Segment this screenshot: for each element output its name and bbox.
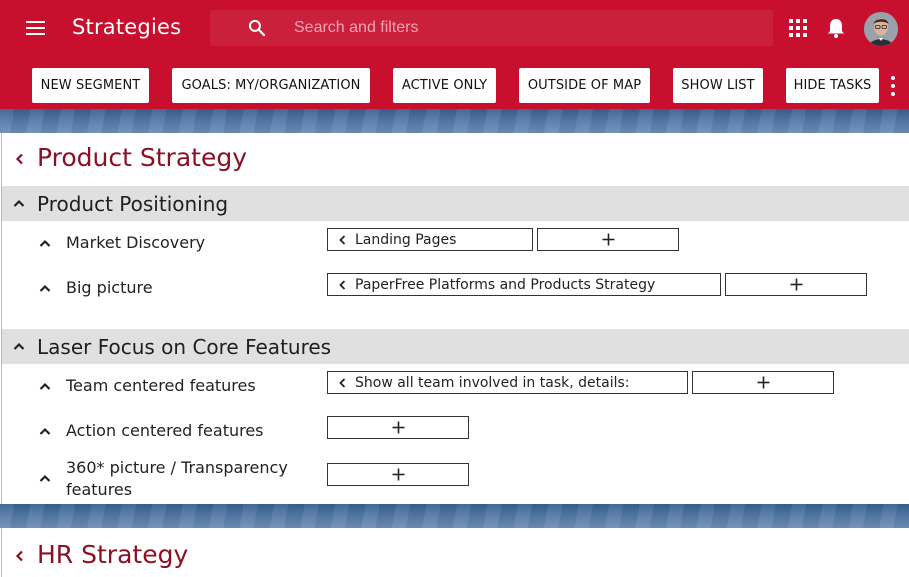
section-title: Laser Focus on Core Features [37,335,332,359]
search-bar[interactable] [210,10,773,46]
chevron-up-icon[interactable] [12,197,26,209]
chevron-up-icon[interactable] [38,473,52,483]
chevron-left-icon [339,234,346,245]
goals-filter-button[interactable]: GOALS: MY/ORGANIZATION [172,68,370,103]
add-task-button[interactable] [327,463,469,486]
section-header[interactable]: Laser Focus on Core Features [2,329,909,364]
avatar[interactable] [864,12,898,46]
strategy-card: HR Strategy [1,528,909,577]
section-header[interactable]: Product Positioning [2,186,909,221]
more-vert-icon[interactable] [889,76,897,96]
show-list-button[interactable]: SHOW LIST [673,68,763,103]
chevron-left-icon[interactable] [13,549,27,563]
apps-grid-icon[interactable] [789,19,807,37]
goal-label: Team centered features [66,376,256,395]
outside-of-map-button[interactable]: OUTSIDE OF MAP [519,68,650,103]
bell-icon[interactable] [826,17,846,39]
chevron-up-icon[interactable] [38,426,52,436]
add-task-button[interactable] [692,371,834,394]
strategy-title[interactable]: HR Strategy [37,540,188,569]
add-task-button[interactable] [725,273,867,296]
app-title: Strategies [72,15,182,39]
plus-icon [757,376,769,389]
background-band [0,504,909,528]
chevron-up-icon[interactable] [12,340,26,352]
goal-label: 360* picture / Transparency features [66,458,288,499]
goal-label: Big picture [66,278,153,297]
add-task-button[interactable] [537,228,679,251]
search-icon[interactable] [247,18,267,38]
plus-icon [392,468,404,481]
background-band [0,109,909,133]
new-segment-button[interactable]: NEW SEGMENT [32,68,149,103]
chevron-up-icon[interactable] [38,283,52,293]
task-chip[interactable]: Show all team involved in task, details: [327,371,688,394]
task-chip[interactable]: PaperFree Platforms and Products Strateg… [327,273,721,296]
plus-icon [602,233,614,246]
task-label: PaperFree Platforms and Products Strateg… [355,276,656,293]
section-title: Product Positioning [37,192,229,216]
plus-icon [392,421,404,434]
chevron-left-icon[interactable] [13,152,27,166]
task-label: Show all team involved in task, details: [355,374,630,391]
plus-icon [790,278,802,291]
goal-label: Action centered features [66,421,264,440]
search-input[interactable] [294,10,754,46]
chevron-left-icon [339,279,346,290]
goal-label: Market Discovery [66,233,206,252]
task-chip[interactable]: Landing Pages [327,228,533,251]
chevron-up-icon[interactable] [38,238,52,248]
menu-icon[interactable] [22,16,50,40]
strategy-card: Product Strategy Product Positioning Mar… [1,133,909,504]
add-task-button[interactable] [327,416,469,439]
hide-tasks-button[interactable]: HIDE TASKS [786,68,879,103]
app-bar: Strategies NEW SEGMENT GOALS: MY/ORGANIZ… [0,0,909,109]
chevron-left-icon [339,377,346,388]
strategy-title[interactable]: Product Strategy [37,143,247,172]
active-only-button[interactable]: ACTIVE ONLY [393,68,496,103]
filter-toolbar: NEW SEGMENT GOALS: MY/ORGANIZATION ACTIV… [0,68,909,104]
chevron-up-icon[interactable] [38,381,52,391]
task-label: Landing Pages [355,231,457,248]
